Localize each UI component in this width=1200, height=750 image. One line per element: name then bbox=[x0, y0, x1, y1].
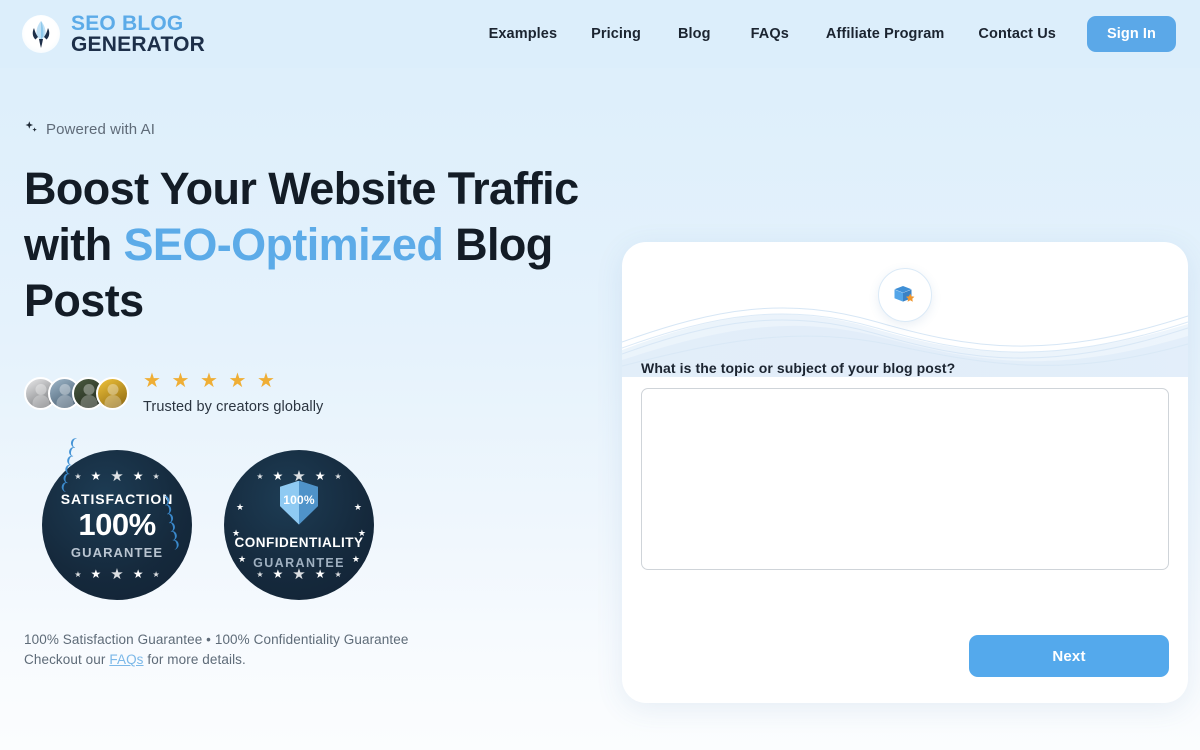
brand-line-2: GENERATOR bbox=[71, 33, 206, 56]
nav-item-blog[interactable]: Blog bbox=[658, 18, 731, 50]
guarantee-fineprint: 100% Satisfaction Guarantee • 100% Confi… bbox=[24, 630, 586, 670]
card-footer: Next bbox=[641, 635, 1169, 677]
social-proof-text: ★ ★ ★ ★ ★ Trusted by creators globally bbox=[143, 371, 323, 416]
hero-column: Powered with AI Boost Your Website Traff… bbox=[24, 120, 586, 703]
nav-item-contact-us[interactable]: Contact Us bbox=[961, 18, 1073, 50]
shield-icon: 100% bbox=[280, 480, 318, 525]
form-column: What is the topic or subject of your blo… bbox=[622, 120, 1188, 703]
sign-in-button[interactable]: Sign In bbox=[1086, 16, 1176, 52]
brand-line-1: SEO BLOG bbox=[71, 11, 184, 35]
brand-text: SEO BLOG GENERATOR bbox=[71, 11, 206, 56]
topic-question-label: What is the topic or subject of your blo… bbox=[641, 360, 956, 376]
avatar bbox=[96, 377, 129, 411]
badge-stars-bottom: ★ ★ ★ ★ ★ bbox=[256, 566, 342, 584]
fineprint-line-2: Checkout our FAQs for more details. bbox=[24, 650, 586, 670]
headline-accent: SEO-Optimized bbox=[123, 219, 444, 270]
powered-with-ai-label: Powered with AI bbox=[46, 121, 156, 138]
fineprint-line-1: 100% Satisfaction Guarantee • 100% Confi… bbox=[24, 632, 409, 648]
nav-item-faqs[interactable]: FAQs bbox=[731, 18, 809, 50]
fineprint-text-before: Checkout our bbox=[24, 652, 110, 668]
nav-item-affiliate-program[interactable]: Affiliate Program bbox=[809, 18, 962, 50]
badge-line-1: CONFIDENTIALITY bbox=[234, 534, 364, 550]
brand-logo[interactable]: SEO BLOG GENERATOR bbox=[22, 11, 206, 56]
main-content: Powered with AI Boost Your Website Traff… bbox=[0, 68, 1200, 703]
guarantee-badges: ★ ★ ★ ★ ★ ❨ ❨ ❨ ❨ ❨ ❨ ❨ ❨ ❨ ❨ ❨ ❨ SATISFACTION 100% GU… bbox=[24, 436, 586, 601]
badge-line-3: GUARANTEE bbox=[70, 544, 164, 560]
shield-label: 100% bbox=[283, 492, 315, 507]
badge-ring-star: ★ bbox=[357, 528, 366, 539]
quill-feather-icon bbox=[22, 15, 60, 53]
satisfaction-guarantee-badge: ★ ★ ★ ★ ★ ❨ ❨ ❨ ❨ ❨ ❨ ❨ ❨ ❨ ❨ ❨ ❨ SATISFACTION 100% GU… bbox=[42, 436, 192, 601]
sparkle-icon bbox=[24, 120, 39, 139]
topic-input[interactable] bbox=[641, 388, 1169, 570]
nav-item-pricing[interactable]: Pricing bbox=[574, 18, 658, 50]
box-star-icon bbox=[878, 268, 932, 322]
badge-ring-star: ★ bbox=[351, 554, 360, 565]
badge-ring-star: ★ bbox=[353, 502, 362, 513]
badge-ring-star: ★ bbox=[238, 554, 247, 565]
badge-ring-star: ★ bbox=[232, 528, 241, 539]
star-rating: ★ ★ ★ ★ ★ bbox=[143, 370, 278, 392]
social-proof: ★ ★ ★ ★ ★ Trusted by creators globally bbox=[24, 371, 586, 416]
avatar-group bbox=[24, 377, 129, 411]
blog-topic-card: What is the topic or subject of your blo… bbox=[622, 242, 1188, 703]
main-navigation: Examples Pricing Blog FAQs Affiliate Pro… bbox=[472, 16, 1176, 52]
page-title: Boost Your Website Traffic with SEO-Opti… bbox=[24, 161, 586, 329]
next-button[interactable]: Next bbox=[969, 635, 1169, 677]
trusted-label: Trusted by creators globally bbox=[143, 399, 324, 415]
nav-item-examples[interactable]: Examples bbox=[472, 18, 575, 50]
site-header: SEO BLOG GENERATOR Examples Pricing Blog… bbox=[0, 0, 1200, 68]
faqs-link[interactable]: FAQs bbox=[109, 652, 143, 667]
badge-ring-star: ★ bbox=[236, 502, 245, 513]
fineprint-text-after: for more details. bbox=[143, 652, 246, 668]
powered-with-ai-badge: Powered with AI bbox=[24, 120, 586, 139]
confidentiality-guarantee-badge: ★ ★ ★ ★ ★ ★ ★ ★ ★ ★ ★ 100% CONFIDENTIALITY G… bbox=[224, 450, 374, 601]
badge-line-2: 100% bbox=[78, 506, 156, 542]
badge-stars-bottom: ★ ★ ★ ★ ★ bbox=[74, 566, 160, 584]
